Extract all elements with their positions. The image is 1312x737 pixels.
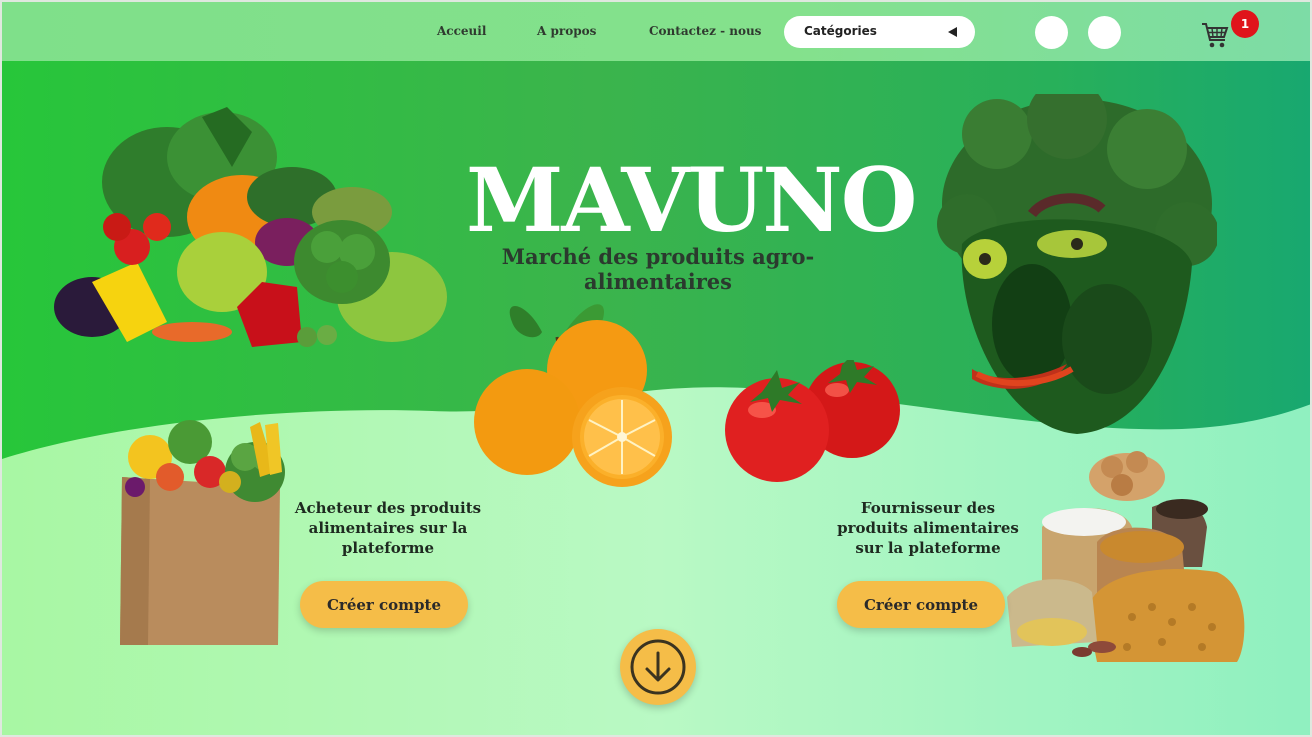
nav-link-about[interactable]: A propos xyxy=(537,24,596,38)
nav-link-home[interactable]: Acceuil xyxy=(437,24,486,38)
nav-circle-button-1[interactable] xyxy=(1035,16,1068,49)
arrow-down-icon xyxy=(630,639,686,695)
supplier-create-account-button[interactable]: Créer compte xyxy=(837,581,1005,628)
cart-count-badge: 1 xyxy=(1231,10,1259,38)
chevron-left-icon xyxy=(948,27,957,37)
cart-icon[interactable] xyxy=(1200,20,1230,50)
page-subtitle: Marché des produits agro-alimentaires xyxy=(501,244,815,294)
buyer-create-account-button[interactable]: Créer compte xyxy=(300,581,468,628)
page: Acceuil A propos Contactez - nous Catégo… xyxy=(0,0,1312,737)
tomatoes-image xyxy=(725,360,900,482)
page-title: MAVUNO xyxy=(466,148,917,252)
nav-link-contact[interactable]: Contactez - nous xyxy=(649,24,761,38)
top-navbar: Acceuil A propos Contactez - nous Catégo… xyxy=(2,2,1310,61)
categories-label: Catégories xyxy=(804,24,877,38)
vegetables-image xyxy=(54,107,447,347)
grocery-bag-image xyxy=(120,420,285,645)
scroll-down-button[interactable] xyxy=(620,629,696,705)
nav-circle-button-2[interactable] xyxy=(1088,16,1121,49)
vegetable-face-image xyxy=(937,94,1217,434)
categories-dropdown[interactable]: Catégories xyxy=(784,16,975,48)
grains-image xyxy=(1007,451,1245,662)
supplier-card-text: Fournisseur des produits alimentaires su… xyxy=(837,499,1019,557)
oranges-image xyxy=(474,304,672,487)
buyer-card-text: Acheteur des produits alimentaires sur l… xyxy=(294,499,482,557)
